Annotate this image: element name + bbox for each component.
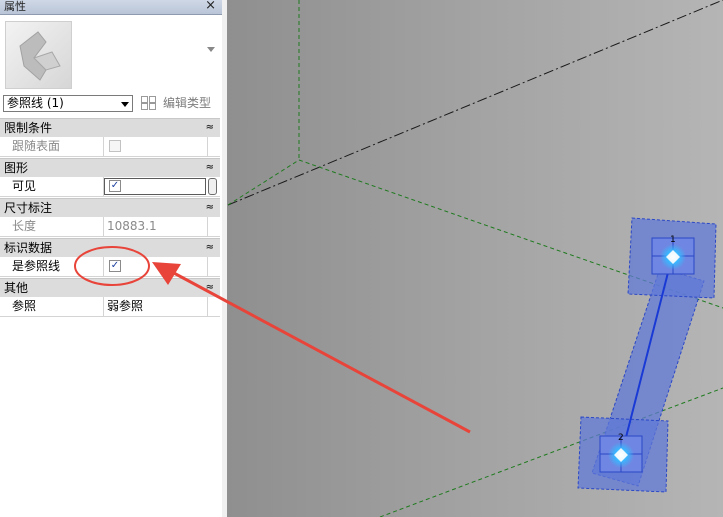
annotation-arrow-shaft — [171, 270, 471, 434]
endpoint-label-2: 2 — [618, 433, 624, 443]
viewport-overlay: 1 2 — [74, 0, 723, 517]
annotation-highlight — [74, 246, 471, 434]
endpoint-label-1: 1 — [670, 235, 676, 245]
selected-reference-line[interactable]: 1 2 — [577, 217, 717, 493]
